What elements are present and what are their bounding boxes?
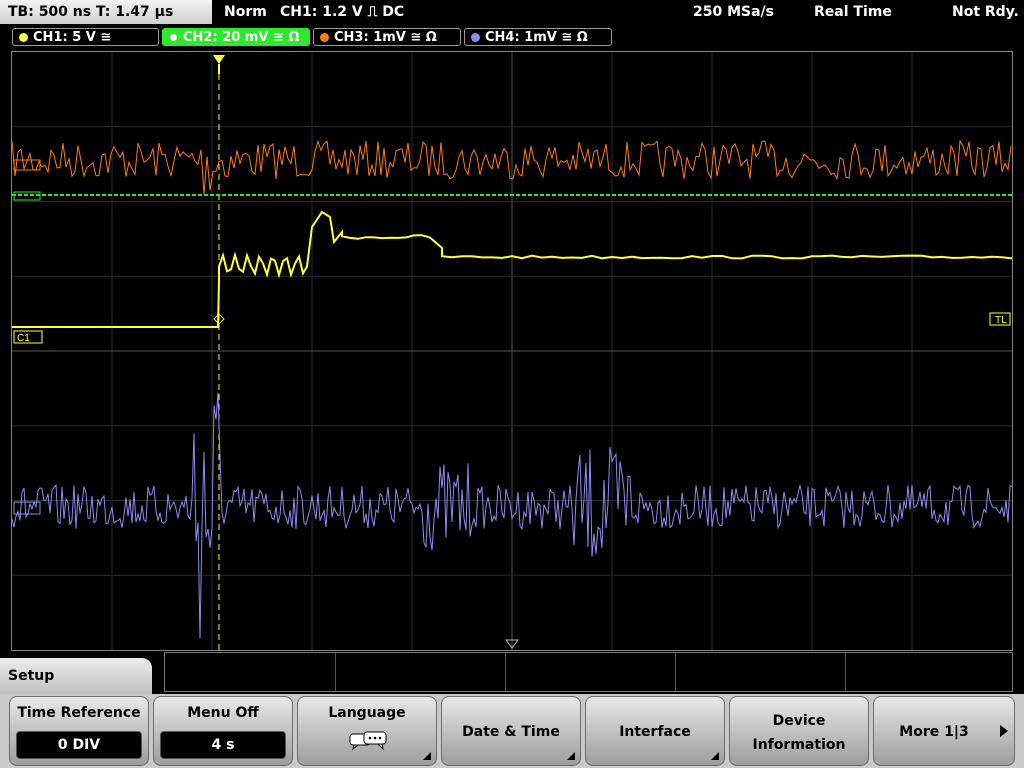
waveform-canvas[interactable]: C1 TL [12,52,1012,650]
ch4-color-icon [471,33,480,42]
c1-marker-label: C1 [17,333,30,344]
channel-tab-label: CH2: 20 mV ≅ Ω [183,30,300,45]
info-cell [335,653,506,691]
ch3-color-icon [320,33,329,42]
submenu-indicator-icon [711,752,719,760]
softkey-label: Date & Time [462,724,560,740]
timebase-readout[interactable]: TB: 500 ns T: 1.47 µs [0,0,212,24]
sample-rate: 250 MSa/s [693,4,775,20]
interface-softkey[interactable]: Interface [585,696,725,766]
channel-tab-ch3[interactable]: CH3: 1mV ≅ Ω [313,28,461,46]
softkey-label-line2: Information [752,737,846,753]
trigger-readout[interactable]: CH1: 1.2 V ⎍ DC [280,0,404,24]
trigger-status: Not Rdy. [952,4,1019,20]
menu-info-strip [164,652,1013,692]
softkey-label: Language [328,705,406,721]
time-reference-softkey[interactable]: Time Reference 0 DIV [9,696,149,766]
waveform-display[interactable]: C1 TL [11,51,1013,651]
menu-off-value: 4 s [160,731,286,759]
info-cell [675,653,846,691]
device-information-softkey[interactable]: Device Information [729,696,869,766]
submenu-indicator-icon [567,752,575,760]
channel-tab-label: CH3: 1mV ≅ Ω [334,30,437,45]
acquisition-mode: Real Time [814,4,892,20]
softkey-bar: Time Reference 0 DIV Menu Off 4 s Langua… [0,694,1024,768]
language-softkey[interactable]: Language [297,696,437,766]
channel-tab-ch2[interactable]: CH2: 20 mV ≅ Ω [162,28,310,46]
trigger-level-label: TL [995,315,1007,326]
trigger-position-icon[interactable] [213,55,225,64]
graticule [12,52,1012,650]
status-bar: TB: 500 ns T: 1.47 µs Norm CH1: 1.2 V ⎍ … [0,0,1024,24]
channel-tab-ch1[interactable]: CH1: 5 V ≅ [12,28,159,46]
softkey-label: More 1|3 [899,724,969,740]
softkey-label: Menu Off [187,705,259,721]
time-reference-value: 0 DIV [16,731,142,759]
menu-off-softkey[interactable]: Menu Off 4 s [153,696,293,766]
speech-bubbles-icon [349,731,387,751]
more-softkey[interactable]: More 1|3 [873,696,1015,766]
channel-bar: CH1: 5 V ≅ CH2: 20 mV ≅ Ω CH3: 1mV ≅ Ω C… [0,26,1024,48]
menu-title-tab[interactable]: Setup [0,658,152,698]
channel-tab-label: CH1: 5 V ≅ [33,30,112,45]
info-cell [505,653,676,691]
trigger-mode[interactable]: Norm [224,0,267,24]
submenu-indicator-icon [423,752,431,760]
channel-tab-ch4[interactable]: CH4: 1mV ≅ Ω [464,28,612,46]
ch1-color-icon [19,33,28,42]
channel-tab-label: CH4: 1mV ≅ Ω [485,30,588,45]
softkey-label-line1: Device [772,713,826,729]
softkey-label: Interface [619,724,691,740]
info-cell [165,653,336,691]
softkey-label: Time Reference [17,705,141,721]
date-time-softkey[interactable]: Date & Time [441,696,581,766]
next-page-arrow-icon [1000,725,1008,737]
ch2-color-icon [169,33,178,42]
